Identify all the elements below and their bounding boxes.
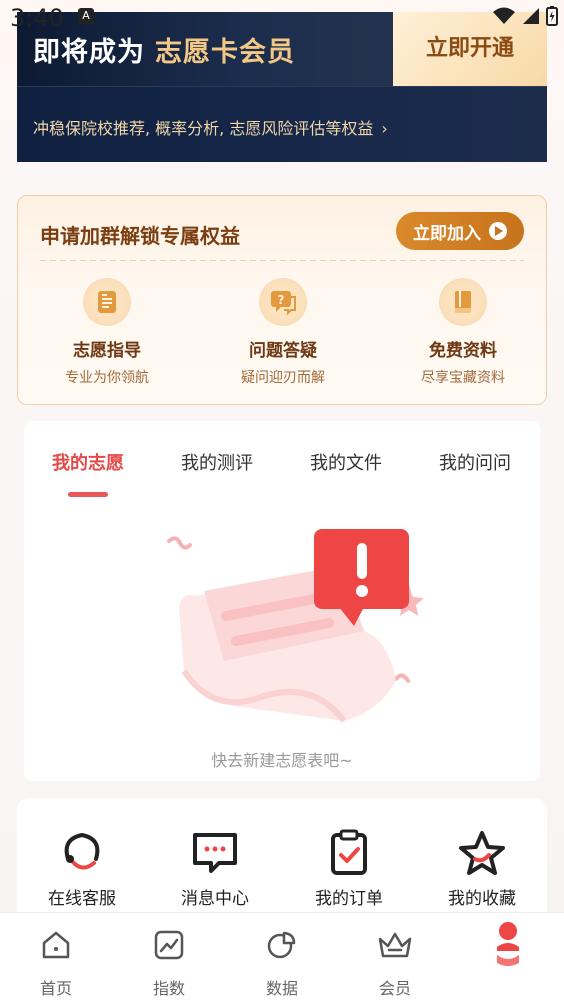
empty-state-text: 快去新建志愿表吧~ (211, 751, 353, 770)
crown-icon (355, 927, 435, 963)
vip-title: 即将成为 志愿卡会员 (33, 30, 295, 69)
shortcut-label: 消息中心 (181, 889, 249, 909)
feature-materials[interactable]: 免费资料 尽享宝藏资料 (388, 278, 538, 387)
star-icon (427, 828, 537, 878)
shortcut-label: 我的订单 (315, 889, 383, 909)
nav-label: 数据 (265, 979, 298, 998)
vip-title-text: 即将成为 (33, 37, 145, 68)
tab-my-files[interactable]: 我的文件 (310, 449, 382, 475)
status-icons (492, 6, 558, 26)
feature-desc: 疑问迎刃而解 (241, 370, 325, 386)
document-icon (83, 278, 131, 326)
feature-name: 问题答疑 (249, 341, 317, 361)
nav-label: 指数 (152, 979, 185, 998)
nav-home[interactable]: 首页 (16, 927, 96, 999)
headset-icon (27, 828, 137, 878)
nav-profile[interactable] (468, 922, 548, 975)
tab-my-questions[interactable]: 我的问问 (439, 449, 511, 475)
my-tabs-card: 我的志愿 我的测评 我的文件 我的问问 快去新建志愿表吧~ (24, 421, 540, 781)
svg-text:?: ? (278, 293, 285, 307)
tab-my-volunteer[interactable]: 我的志愿 (52, 449, 124, 475)
vip-title-highlight: 志愿卡会员 (155, 37, 295, 68)
shortcut-message-center[interactable]: 消息中心 (160, 828, 270, 909)
vip-description: 冲稳保院校推荐, 概率分析, 志愿风险评估等权益 › (33, 115, 388, 139)
status-time: 3:40 (10, 4, 64, 32)
shortcut-label: 在线客服 (48, 889, 116, 909)
question-chat-icon: ? (259, 278, 307, 326)
group-card-divider (40, 260, 524, 261)
shortcut-customer-service[interactable]: 在线客服 (27, 828, 137, 909)
battery-icon (546, 6, 558, 26)
profile-icon (468, 922, 548, 966)
vip-description-text: 冲稳保院校推荐, 概率分析, 志愿风险评估等权益 (33, 119, 374, 138)
feature-desc: 尽享宝藏资料 (421, 370, 505, 386)
status-bar: 3:40 A (0, 0, 564, 34)
empty-document-alert-icon (167, 529, 424, 723)
join-group-button[interactable]: 立即加入 (396, 212, 524, 250)
group-card-title: 申请加群解锁专属权益 (40, 224, 240, 248)
tab-my-assessment[interactable]: 我的测评 (181, 449, 253, 475)
feature-guidance[interactable]: 志愿指导 专业为你领航 (32, 278, 182, 387)
feature-qa[interactable]: ? 问题答疑 疑问迎刃而解 (208, 278, 358, 387)
play-circle-icon (489, 222, 507, 240)
chevron-right-icon: › (381, 119, 388, 138)
wifi-icon (493, 7, 515, 24)
vip-banner: 即将成为 志愿卡会员 立即开通 冲稳保院校推荐, 概率分析, 志愿风险评估等权益 › (17, 12, 547, 162)
nav-label: 首页 (39, 979, 72, 998)
home-icon (16, 927, 96, 963)
bottom-navigation: 首页 指数 数据 会员 (0, 912, 564, 1004)
shortcut-my-orders[interactable]: 我的订单 (294, 828, 404, 909)
shortcut-label: 我的收藏 (448, 889, 516, 909)
feature-name: 免费资料 (429, 341, 497, 361)
active-tab-indicator (68, 492, 108, 497)
clipboard-check-icon (294, 828, 404, 878)
vip-benefits-link[interactable]: 冲稳保院校推荐, 概率分析, 志愿风险评估等权益 › (17, 86, 547, 162)
group-benefit-card: 申请加群解锁专属权益 立即加入 志愿指导 专业为你领航 ? 问题答疑 疑问迎刃而… (17, 195, 547, 405)
signal-icon (523, 8, 539, 24)
nav-data[interactable]: 数据 (242, 927, 322, 999)
notification-badge-icon: A (78, 8, 94, 24)
book-icon (439, 278, 487, 326)
pie-chart-icon (242, 927, 322, 963)
feature-name: 志愿指导 (73, 341, 141, 361)
shortcut-my-favorites[interactable]: 我的收藏 (427, 828, 537, 909)
message-icon (160, 828, 270, 878)
app-screen: 3:40 A 即将成为 志愿卡会员 立即开通 冲稳保院校推荐, 概率分析, 志愿风… (0, 0, 564, 1004)
join-group-label: 立即加入 (413, 223, 481, 244)
trend-chart-icon (129, 927, 209, 963)
nav-member[interactable]: 会员 (355, 927, 435, 999)
nav-index[interactable]: 指数 (129, 927, 209, 999)
nav-label: 会员 (378, 979, 411, 998)
feature-desc: 专业为你领航 (65, 370, 149, 386)
